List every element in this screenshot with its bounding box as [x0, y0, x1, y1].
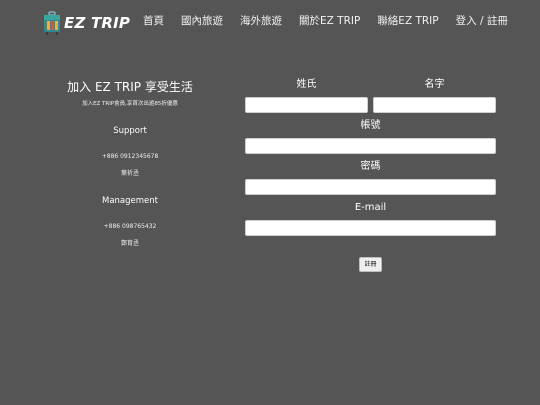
management-heading: Management — [102, 196, 158, 206]
management-phone: +886 098765432 — [103, 223, 157, 230]
nav-links: 首頁 國內旅遊 海外旅遊 關於EZ TRIP 聯絡EZ TRIP 登入 / 註冊 — [143, 13, 508, 28]
support-phone: +886 0912345678 — [101, 153, 159, 160]
info-panel: 加入 EZ TRIP 享受生活 加入EZ TRIP會員,享首次出遊85折優惠 S… — [48, 78, 212, 248]
registration-form: 姓氏 名字 帳號 密碼 E-mail 註冊 — [245, 78, 496, 272]
luggage-logo-icon — [44, 11, 60, 35]
nav-link-contact[interactable]: 聯絡EZ TRIP — [377, 13, 438, 28]
info-title: 加入 EZ TRIP 享受生活 — [67, 80, 193, 94]
password-label: 密碼 — [360, 161, 381, 172]
account-label: 帳號 — [360, 120, 381, 131]
last-name-input[interactable] — [245, 97, 368, 113]
nav-link-login-register[interactable]: 登入 / 註冊 — [456, 13, 508, 28]
info-subtitle: 加入EZ TRIP會員,享首次出遊85折優惠 — [82, 101, 178, 107]
nav-link-about[interactable]: 關於EZ TRIP — [299, 13, 360, 28]
nav-link-overseas-travel[interactable]: 海外旅遊 — [240, 13, 282, 28]
page: EZ TRIP 首頁 國內旅遊 海外旅遊 關於EZ TRIP 聯絡EZ TRIP… — [0, 0, 540, 405]
support-heading: Support — [113, 126, 147, 136]
register-button[interactable]: 註冊 — [359, 257, 382, 272]
account-input[interactable] — [245, 138, 496, 154]
password-input[interactable] — [245, 179, 496, 195]
first-name-group: 名字 — [373, 78, 496, 113]
nav-link-home[interactable]: 首頁 — [143, 13, 164, 28]
navbar: EZ TRIP 首頁 國內旅遊 海外旅遊 關於EZ TRIP 聯絡EZ TRIP… — [0, 0, 540, 44]
logo[interactable]: EZ TRIP — [42, 10, 130, 36]
first-name-input[interactable] — [373, 97, 496, 113]
first-name-label: 名字 — [424, 79, 445, 90]
last-name-label: 姓氏 — [296, 79, 317, 90]
email-label: E-mail — [354, 202, 387, 213]
nav-link-domestic-travel[interactable]: 國內旅遊 — [181, 13, 223, 28]
support-name: 葉祈丞 — [120, 170, 139, 177]
logo-text: EZ TRIP — [64, 14, 131, 32]
last-name-group: 姓氏 — [245, 78, 368, 113]
submit-wrap: 註冊 — [245, 251, 496, 272]
management-name: 鄭育丞 — [120, 240, 139, 247]
name-row: 姓氏 名字 — [245, 78, 496, 113]
email-input[interactable] — [245, 220, 496, 236]
